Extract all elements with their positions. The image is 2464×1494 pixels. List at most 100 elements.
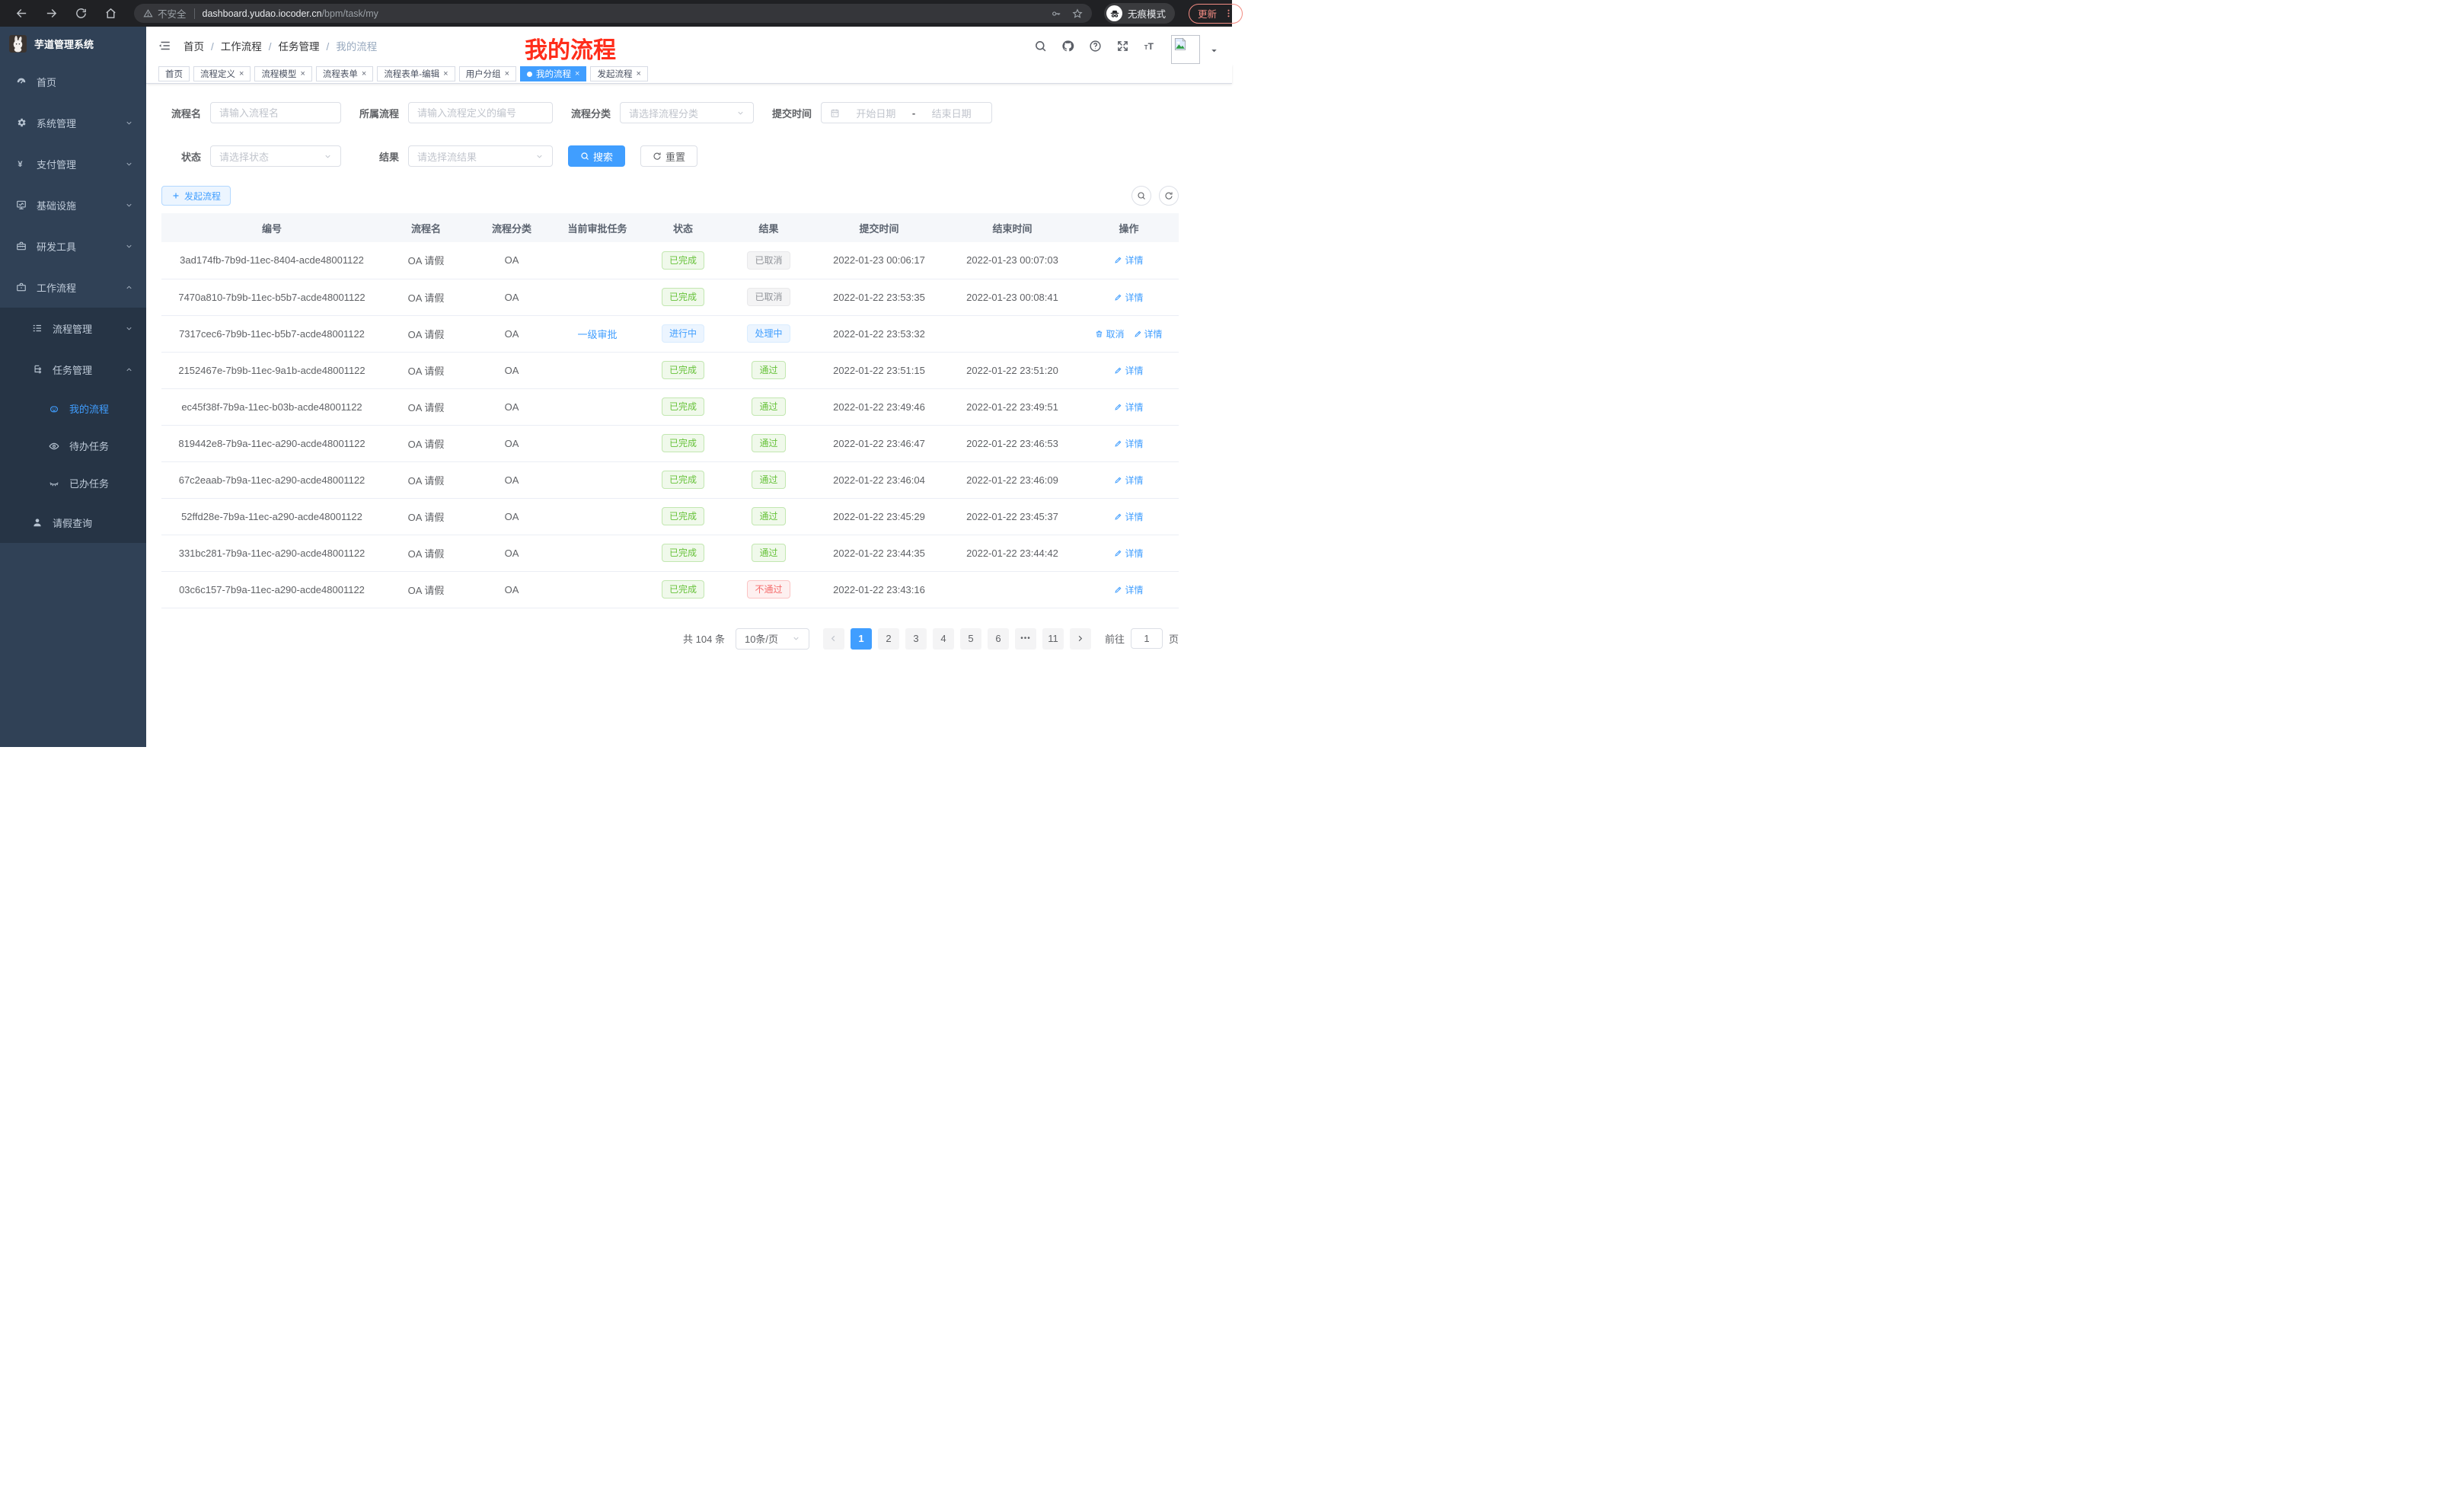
tab-start-process[interactable]: 发起流程× <box>590 66 647 81</box>
detail-link[interactable]: 详情 <box>1114 254 1143 267</box>
browser-home-icon[interactable] <box>104 7 117 20</box>
avatar-caret-icon[interactable] <box>1210 46 1218 55</box>
cell-process-id: 52ffd28e-7b9a-11ec-a290-acde48001122 <box>161 498 382 535</box>
tab-my-process[interactable]: 我的流程 × <box>520 66 586 81</box>
detail-link[interactable]: 详情 <box>1114 401 1143 413</box>
tab-home[interactable]: 首页 <box>158 66 190 81</box>
page-button-1[interactable]: 1 <box>851 628 872 650</box>
cell-result: 通过 <box>725 425 812 461</box>
detail-label: 详情 <box>1125 291 1143 304</box>
detail-link[interactable]: 详情 <box>1114 547 1143 560</box>
process-name-input[interactable] <box>210 102 341 123</box>
avatar[interactable] <box>1171 35 1200 64</box>
status-select[interactable]: 请选择状态 <box>210 145 341 167</box>
password-key-icon[interactable] <box>1051 8 1061 19</box>
close-icon[interactable]: × <box>636 69 640 78</box>
chevron-down-icon <box>125 160 133 168</box>
reset-button[interactable]: 重置 <box>640 145 697 167</box>
detail-link[interactable]: 详情 <box>1134 327 1163 340</box>
browser-back-icon[interactable] <box>15 7 28 20</box>
close-icon[interactable]: × <box>300 69 305 78</box>
cell-submit-time: 2022-01-22 23:45:29 <box>812 498 946 535</box>
detail-link[interactable]: 详情 <box>1114 364 1143 377</box>
browser-reload-icon[interactable] <box>75 7 88 20</box>
fullscreen-icon[interactable] <box>1116 40 1129 53</box>
sidebar-item-my-process[interactable]: 我的流程 <box>0 390 146 427</box>
sidebar-item-leave-query[interactable]: 请假查询 <box>0 502 146 543</box>
cell-result: 通过 <box>725 535 812 571</box>
page-button-3[interactable]: 3 <box>905 628 927 650</box>
next-page-button[interactable] <box>1070 628 1091 650</box>
tab-process-model[interactable]: 流程模型× <box>254 66 311 81</box>
tab-process-form[interactable]: 流程表单× <box>316 66 373 81</box>
sidebar-item-workflow[interactable]: 工作流程 <box>0 267 146 308</box>
tab-process-form-edit[interactable]: 流程表单-编辑× <box>377 66 455 81</box>
close-icon[interactable]: × <box>362 69 366 78</box>
browser-forward-icon[interactable] <box>45 7 58 20</box>
page-size-label: 10条/页 <box>745 631 778 646</box>
page-button-6[interactable]: 6 <box>988 628 1009 650</box>
more-pages-button[interactable]: ••• <box>1015 628 1036 650</box>
cell-ops: 详情 <box>1079 279 1179 315</box>
refresh-table-button[interactable] <box>1159 186 1179 206</box>
cell-process-name: OA 请假 <box>382 571 470 608</box>
search-button[interactable]: 搜索 <box>568 145 625 167</box>
page-button-4[interactable]: 4 <box>933 628 954 650</box>
category-select[interactable]: 请选择流程分类 <box>620 102 754 123</box>
submit-time-range-picker[interactable]: 开始日期 - 结束日期 <box>821 102 992 123</box>
sidebar-item-infrastructure[interactable]: 基础设施 <box>0 184 146 225</box>
sidebar-item-task-mgmt[interactable]: 任务管理 <box>0 349 146 390</box>
hamburger-icon[interactable] <box>158 39 171 53</box>
parent-process-input[interactable] <box>408 102 553 123</box>
detail-label: 详情 <box>1125 474 1143 487</box>
font-size-icon[interactable]: TT <box>1144 40 1157 53</box>
close-icon[interactable]: × <box>443 69 448 78</box>
browser-update-button[interactable]: 更新 <box>1189 4 1243 24</box>
sidebar-item-done-tasks[interactable]: 已办任务 <box>0 464 146 502</box>
sidebar-item-process-mgmt[interactable]: 流程管理 <box>0 308 146 349</box>
breadcrumb-item[interactable]: 任务管理 <box>279 41 320 53</box>
sidebar-item-home[interactable]: 首页 <box>0 61 146 102</box>
sidebar-item-system[interactable]: 系统管理 <box>0 102 146 143</box>
toggle-search-button[interactable] <box>1131 186 1151 206</box>
detail-link[interactable]: 详情 <box>1114 437 1143 450</box>
detail-link[interactable]: 详情 <box>1114 583 1143 596</box>
search-icon[interactable] <box>1034 40 1047 53</box>
close-icon[interactable]: × <box>575 69 579 78</box>
close-icon[interactable]: × <box>505 69 509 78</box>
help-icon[interactable] <box>1089 40 1102 53</box>
breadcrumb-item[interactable]: 首页 <box>184 41 204 53</box>
breadcrumb-item[interactable]: 工作流程 <box>221 41 262 53</box>
cell-result: 通过 <box>725 388 812 425</box>
cancel-link[interactable]: 取消 <box>1095 327 1124 340</box>
result-select[interactable]: 请选择流结果 <box>408 145 553 167</box>
detail-link[interactable]: 详情 <box>1114 474 1143 487</box>
sidebar-item-devtools[interactable]: 研发工具 <box>0 225 146 267</box>
prev-page-button[interactable] <box>823 628 844 650</box>
status-badge: 已完成 <box>662 471 704 489</box>
tab-label: 我的流程 <box>536 68 571 80</box>
close-icon[interactable]: × <box>239 69 244 78</box>
goto-page-input[interactable] <box>1131 628 1163 649</box>
browser-menu-icon[interactable] <box>1224 8 1234 18</box>
cell-current-task <box>554 535 641 571</box>
flow-icon <box>32 364 43 375</box>
cell-submit-time: 2022-01-22 23:51:15 <box>812 352 946 388</box>
start-process-button[interactable]: 发起流程 <box>161 186 231 206</box>
tab-process-definition[interactable]: 流程定义× <box>193 66 251 81</box>
address-bar[interactable]: 不安全 dashboard.yudao.iocoder.cn/bpm/task/… <box>134 4 1092 23</box>
page-button-11[interactable]: 11 <box>1042 628 1064 650</box>
page-button-2[interactable]: 2 <box>878 628 899 650</box>
page-size-select[interactable]: 10条/页 <box>736 628 809 650</box>
cell-end-time: 2022-01-22 23:49:51 <box>946 388 1079 425</box>
sidebar-item-todo-tasks[interactable]: 待办任务 <box>0 427 146 464</box>
detail-link[interactable]: 详情 <box>1114 510 1143 523</box>
sidebar-item-payment[interactable]: ¥支付管理 <box>0 143 146 184</box>
task-link[interactable]: 一级审批 <box>577 327 617 341</box>
detail-link[interactable]: 详情 <box>1114 291 1143 304</box>
column-header: 编号 <box>161 213 382 242</box>
github-icon[interactable] <box>1061 40 1074 53</box>
bookmark-star-icon[interactable] <box>1072 8 1083 19</box>
page-button-5[interactable]: 5 <box>960 628 981 650</box>
tab-user-group[interactable]: 用户分组× <box>459 66 516 81</box>
